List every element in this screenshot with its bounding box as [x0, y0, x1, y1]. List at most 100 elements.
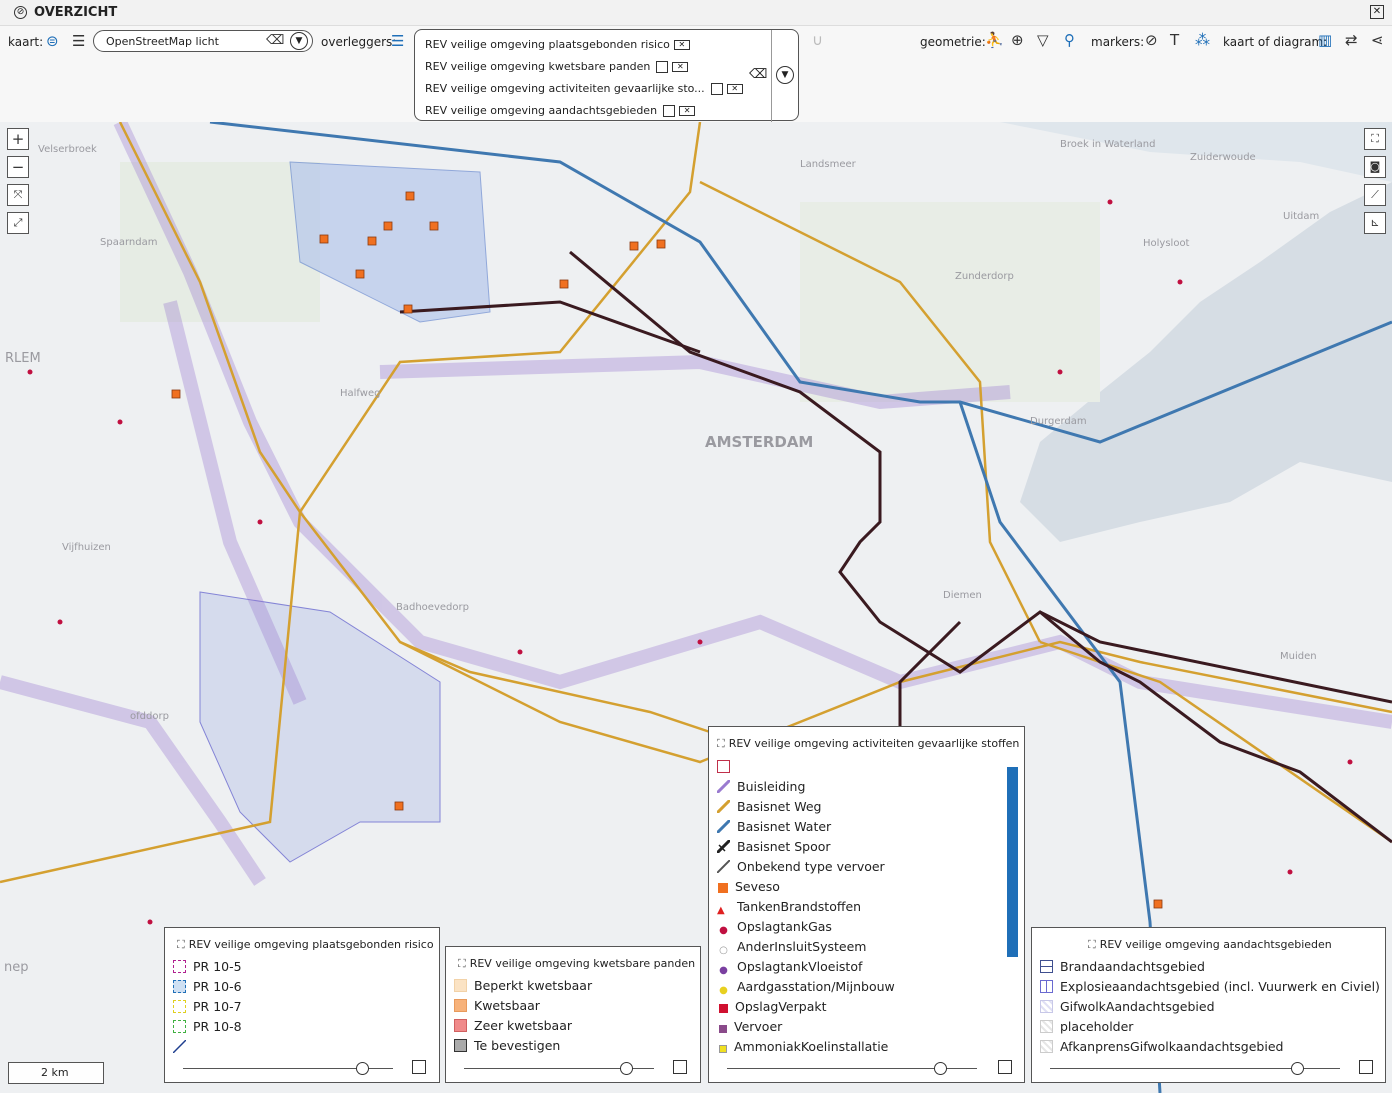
opslagtank-gas-marker — [117, 419, 123, 425]
place-label: RLEM — [5, 351, 41, 366]
place-label: Zunderdorp — [955, 271, 1014, 282]
ruler-icon[interactable]: ⟋ — [1364, 184, 1386, 206]
measure-area-icon[interactable]: ⊾ — [1364, 212, 1386, 234]
camera-icon[interactable]: ◙ — [1364, 156, 1386, 178]
legend-item: Zeer kwetsbaar — [454, 1018, 572, 1033]
legend-item: AmmoniakKoelinstallatie — [717, 1039, 888, 1054]
legend-item: Explosieaandachtsgebied (incl. Vuurwerk … — [1040, 979, 1380, 994]
legend-item: Te bevestigen — [454, 1038, 560, 1053]
opslagtank-gas-marker — [1287, 869, 1293, 875]
compass-icon: ⊘ — [14, 6, 27, 19]
map-pin-icon: ⛶ — [177, 938, 185, 951]
pin-icon[interactable]: ⚲ — [1064, 32, 1075, 48]
opslagtank-gas-marker — [1057, 369, 1063, 375]
chevron-down-icon[interactable]: ▼ — [290, 32, 308, 50]
opacity-slider-handle[interactable] — [355, 1062, 369, 1075]
copy-icon[interactable] — [710, 83, 723, 95]
legend-item: PR 10-7 — [173, 999, 242, 1014]
legend-item: Kwetsbaar — [454, 998, 540, 1013]
blank-swatch — [717, 760, 730, 773]
seveso-marker — [171, 389, 181, 399]
text-icon[interactable]: T — [1170, 32, 1179, 48]
kwetsbaar-swatch — [454, 999, 467, 1012]
magnet-icon[interactable]: ∪ — [812, 32, 823, 48]
explosie-swatch — [1040, 980, 1053, 993]
zoom-in-button[interactable]: + — [7, 128, 29, 150]
place-label: AMSTERDAM — [705, 433, 813, 451]
afkanprens-swatch — [1040, 1040, 1053, 1053]
legend-act: ⛶ REV veilige omgeving activiteiten gevaa… — [708, 726, 1025, 1083]
basemap-select[interactable]: OpenStreetMap licht ⌫ ▼ — [93, 30, 313, 52]
copy-icon[interactable] — [1359, 1060, 1373, 1074]
overleggers-label: overleggers: — [321, 35, 397, 49]
zoom-full-icon[interactable]: ⤢ — [7, 212, 29, 234]
overlay-item[interactable]: REV veilige omgeving kwetsbare panden ✕ — [425, 60, 689, 73]
network-icon[interactable]: ⁂ — [1195, 32, 1210, 48]
legend-item: Basisnet Weg — [717, 799, 821, 814]
legend-title: ⛶ REV veilige omgeving plaatsgebonden ris… — [177, 938, 434, 951]
remove-icon[interactable]: ✕ — [673, 40, 690, 50]
opacity-slider-handle[interactable] — [933, 1062, 947, 1075]
copy-icon[interactable] — [412, 1060, 426, 1074]
opslagtank-gas-marker — [1107, 199, 1113, 205]
remove-icon[interactable]: ✕ — [672, 62, 689, 72]
weg-swatch — [717, 800, 730, 813]
remove-icon[interactable]: ✕ — [726, 84, 743, 94]
eraser-icon[interactable]: ⌫ — [266, 33, 284, 48]
pr108-swatch — [173, 1020, 186, 1033]
seveso-marker — [403, 304, 413, 314]
opslagtank-gas-marker — [257, 519, 263, 525]
legend-scrollbar[interactable] — [1007, 767, 1018, 957]
overlay-item[interactable]: REV veilige omgeving aandachtsgebieden ✕ — [425, 104, 696, 117]
markers-label: markers: — [1091, 35, 1145, 49]
rail-line — [399, 300, 701, 354]
copy-icon[interactable] — [656, 61, 669, 73]
opslagtank-gas-marker — [517, 649, 523, 655]
dot-icon: ● — [719, 925, 728, 936]
zoom-out-button[interactable]: − — [7, 156, 29, 178]
seveso-marker — [394, 801, 404, 811]
close-button[interactable]: ✕ — [1370, 5, 1384, 19]
place-label: Muiden — [1280, 651, 1317, 662]
place-label: Uitdam — [1283, 211, 1319, 222]
seveso-marker — [656, 239, 666, 249]
legend-item: ○ AnderInsluitSysteem — [717, 939, 866, 958]
globe-icon[interactable]: ⊕ — [1011, 32, 1024, 48]
remove-icon[interactable]: ✕ — [679, 106, 696, 116]
brand-swatch — [1040, 960, 1053, 973]
fullscreen-icon[interactable]: ⛶ — [1364, 128, 1386, 150]
opacity-slider-handle[interactable] — [619, 1062, 633, 1075]
overlay-item[interactable]: REV veilige omgeving activiteiten gevaar… — [425, 82, 743, 95]
triangle-icon: ▲ — [717, 905, 725, 916]
copy-icon[interactable] — [998, 1060, 1012, 1074]
legend-item: Vervoer — [717, 1019, 782, 1034]
map-icon[interactable]: ▥ — [1318, 32, 1332, 48]
list-icon[interactable]: ☰ — [72, 33, 85, 49]
legend-item: Basisnet Spoor — [717, 839, 831, 854]
place-label: Durgerdam — [1030, 416, 1087, 427]
layers-icon[interactable]: ⊜ — [46, 33, 59, 49]
dot-icon: ● — [719, 965, 728, 976]
legend-item — [717, 759, 737, 774]
zoom-extent-icon[interactable]: ⤧ — [7, 184, 29, 206]
person-icon[interactable]: ⛹ — [985, 32, 1004, 48]
pr105-swatch — [173, 960, 186, 973]
seveso-marker — [629, 241, 639, 251]
eraser-icon[interactable]: ⌫ — [749, 67, 767, 82]
filter-icon[interactable]: ▽ — [1037, 32, 1049, 48]
share-icon[interactable]: ⋖ — [1371, 32, 1384, 48]
marker-off-icon[interactable]: ⊘ — [1145, 32, 1158, 48]
opacity-slider-handle[interactable] — [1290, 1062, 1304, 1075]
overlay-item[interactable]: REV veilige omgeving plaatsgebonden risi… — [425, 38, 690, 51]
copy-icon[interactable] — [673, 1060, 687, 1074]
legend-item: ▲ TankenBrandstoffen — [717, 899, 862, 916]
copy-icon[interactable] — [663, 105, 676, 117]
legend-title: ⛶ REV veilige omgeving kwetsbare panden — [458, 957, 696, 970]
chevron-down-icon[interactable]: ▼ — [776, 66, 794, 84]
map-pin-icon: ⛶ — [458, 957, 466, 970]
swap-icon[interactable]: ⇄ — [1345, 32, 1358, 48]
seveso-marker — [1153, 899, 1163, 909]
legend-item: Onbekend type vervoer — [717, 859, 885, 874]
overlay-list-icon[interactable]: ☰ — [391, 33, 404, 49]
map-pin-icon: ⛶ — [1088, 938, 1096, 951]
